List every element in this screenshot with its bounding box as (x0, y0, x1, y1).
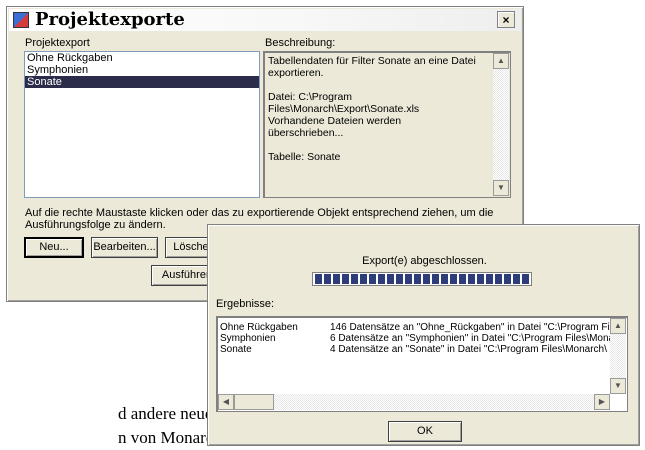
description-scrollbar[interactable]: ▲ ▼ (493, 53, 509, 196)
list-item-symphonien[interactable]: Symphonien (25, 64, 259, 76)
hint-text-line1: Auf die rechte Maustaste klicken oder da… (25, 207, 494, 219)
result-text: 146 Datensätze an "Ohne_Rückgaben" in Da… (330, 322, 610, 333)
progress-segment (396, 274, 403, 284)
ok-button[interactable]: OK (388, 421, 462, 442)
description-line: Vorhandene Dateien werden überschrieben.… (268, 115, 402, 139)
progress-segment (342, 274, 349, 284)
scroll-up-icon[interactable]: ▲ (493, 53, 509, 69)
close-button[interactable]: × (497, 11, 515, 28)
progress-segment (513, 274, 520, 284)
new-button[interactable]: Neu... (24, 237, 84, 258)
scroll-left-icon[interactable]: ◀ (218, 394, 234, 410)
progress-segment (495, 274, 502, 284)
results-label: Ergebnisse: (216, 298, 275, 310)
progress-segment (486, 274, 493, 284)
result-text: 4 Datensätze an "Sonate" in Datei "C:\Pr… (330, 344, 607, 355)
description-line: Datei: C:\Program (268, 91, 353, 103)
description-line (268, 139, 478, 151)
description-line (268, 79, 478, 91)
progress-segment (369, 274, 376, 284)
progress-segment (450, 274, 457, 284)
background-text-line1: d andere neue (118, 404, 213, 423)
progress-segment (333, 274, 340, 284)
progress-segment (378, 274, 385, 284)
progress-segment (360, 274, 367, 284)
scroll-up-icon[interactable]: ▲ (610, 318, 626, 334)
projektexport-list[interactable]: Ohne Rückgaben Symphonien Sonate (24, 51, 260, 198)
progress-segment (387, 274, 394, 284)
export-result-dialog: Export(e) abgeschlossen. Ergebnisse: Ohn… (207, 224, 640, 446)
progress-segment (315, 274, 322, 284)
scroll-right-icon[interactable]: ▶ (594, 394, 610, 410)
progress-segment (504, 274, 511, 284)
list-item-ohne-rueckgaben[interactable]: Ohne Rückgaben (25, 52, 259, 64)
progress-segment (405, 274, 412, 284)
description-line: Tabellendaten für Filter Sonate an eine … (268, 55, 476, 67)
progress-segment (414, 274, 421, 284)
scroll-down-icon[interactable]: ▼ (610, 378, 626, 394)
description-text: Tabellendaten für Filter Sonate an eine … (268, 55, 478, 163)
export-progress-bar (312, 272, 532, 286)
app-icon (13, 12, 29, 28)
progress-segment (468, 274, 475, 284)
export-status-text: Export(e) abgeschlossen. (362, 255, 487, 267)
result-text: 6 Datensätze an "Symphonien" in Datei "C… (330, 333, 615, 344)
description-box[interactable]: Tabellendaten für Filter Sonate an eine … (263, 51, 511, 198)
progress-segment (423, 274, 430, 284)
result-name: Sonate (220, 344, 252, 355)
results-vscrollbar[interactable]: ▲ ▼ (610, 318, 626, 394)
progress-segment (522, 274, 529, 284)
result-name: Ohne Rückgaben (220, 322, 298, 333)
description-line: Files\Monarch\Export\Sonate.xls (268, 103, 420, 115)
progress-segment (477, 274, 484, 284)
beschreibung-label: Beschreibung: (265, 37, 336, 49)
result-name: Symphonien (220, 333, 276, 344)
edit-button[interactable]: Bearbeiten... (91, 237, 158, 258)
results-hscrollbar[interactable]: ◀ ▶ (218, 394, 610, 410)
title-bar: Projektexporte × (9, 9, 521, 31)
hscroll-thumb[interactable] (234, 394, 274, 410)
window-title: Projektexporte (35, 9, 185, 30)
list-item-sonate[interactable]: Sonate (25, 76, 259, 88)
hint-text-line2: Ausführungsfolge zu ändern. (25, 219, 166, 231)
progress-segment (459, 274, 466, 284)
description-line: Tabelle: Sonate (268, 151, 341, 163)
progress-segment (441, 274, 448, 284)
results-list[interactable]: Ohne Rückgaben 146 Datensätze an "Ohne_R… (216, 316, 628, 412)
projektexport-label: Projektexport (25, 37, 90, 49)
progress-segment (324, 274, 331, 284)
scroll-down-icon[interactable]: ▼ (493, 180, 509, 196)
progress-segment (351, 274, 358, 284)
progress-segment (432, 274, 439, 284)
description-line: exportieren. (268, 67, 324, 79)
